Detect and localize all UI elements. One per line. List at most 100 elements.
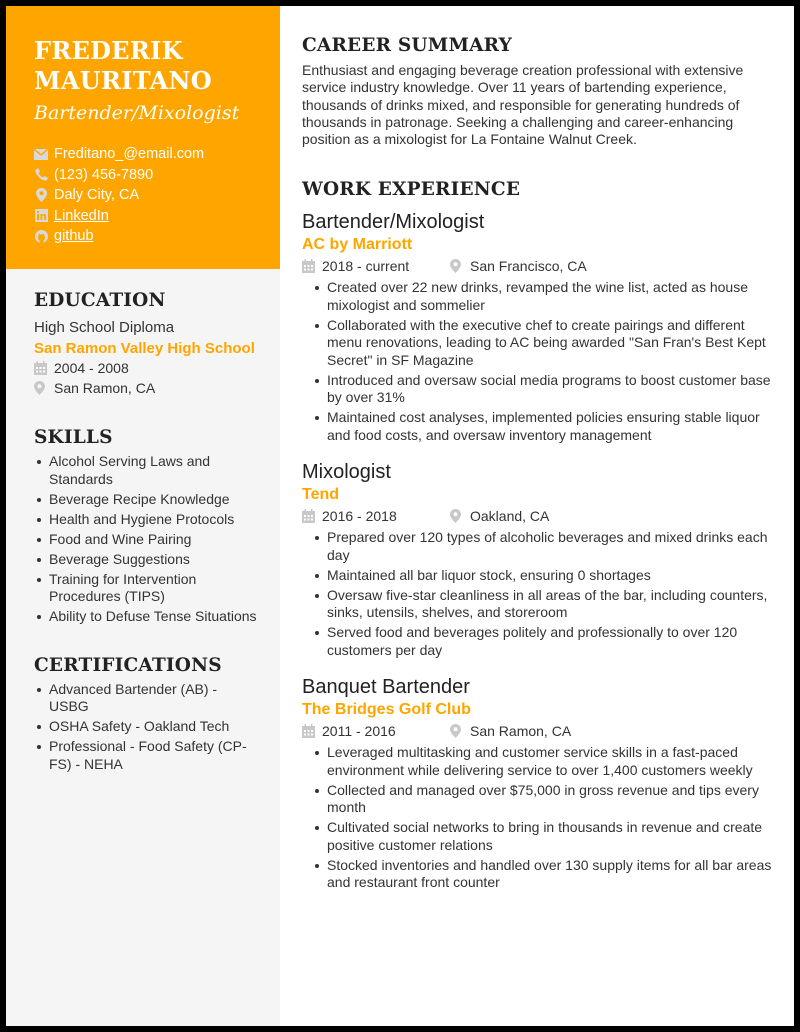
experience-section: WORK EXPERIENCE Bartender/Mixologist AC … (302, 178, 774, 892)
experience-heading: WORK EXPERIENCE (302, 179, 521, 201)
candidate-title: Bartender/Mixologist (34, 102, 240, 124)
location-pin-icon (450, 509, 464, 524)
job-location: San Ramon, CA (450, 721, 571, 741)
job-title: Mixologist (302, 461, 391, 484)
certification-item: Advanced Bartender (AB) - USBG (34, 681, 260, 716)
skills-list: Alcohol Serving Laws and Standards Bever… (34, 453, 260, 626)
job-bullet: Cultivated social networks to bring in t… (312, 819, 774, 854)
job-company: AC by Marriott (302, 236, 413, 254)
contact-email: Freditano_@email.com (34, 144, 260, 165)
candidate-name: FREDERIK MAURITANO (34, 36, 260, 96)
phone-icon (34, 168, 48, 182)
job-bullet: Prepared over 120 types of alcoholic bev… (312, 529, 774, 564)
skill-item: Food and Wine Pairing (34, 531, 260, 549)
skill-item: Training for Intervention Procedures (TI… (34, 571, 260, 606)
job-bullets: Created over 22 new drinks, revamped the… (302, 279, 774, 444)
job-entry: Banquet Bartender The Bridges Golf Club … (302, 675, 774, 892)
job-meta: 2016 - 2018 Oakland, CA (302, 506, 774, 526)
skill-item: Health and Hygiene Protocols (34, 511, 260, 529)
job-location-text: Oakland, CA (470, 508, 550, 525)
education-dates: 2004 - 2008 (34, 358, 260, 378)
job-dates-text: 2016 - 2018 (322, 508, 397, 525)
education-location-text: San Ramon, CA (54, 380, 156, 396)
certification-item: OSHA Safety - Oakland Tech (34, 718, 260, 736)
certifications-list: Advanced Bartender (AB) - USBG OSHA Safe… (34, 681, 260, 774)
education-location: San Ramon, CA (34, 378, 260, 398)
education-dates-text: 2004 - 2008 (54, 360, 129, 376)
job-location: Oakland, CA (450, 506, 549, 526)
calendar-icon (34, 361, 48, 375)
job-bullet: Collected and managed over $75,000 in gr… (312, 782, 774, 817)
location-pin-icon (450, 724, 464, 739)
skill-item: Beverage Recipe Knowledge (34, 491, 260, 509)
job-dates: 2016 - 2018 (302, 506, 450, 526)
job-title: Bartender/Mixologist (302, 211, 485, 234)
skills-heading: SKILLS (34, 427, 113, 448)
education-degree: High School Diploma (34, 319, 175, 336)
name-line-1: FREDERIK (34, 36, 183, 65)
job-dates-text: 2018 - current (322, 258, 410, 275)
job-location: San Francisco, CA (450, 256, 587, 276)
job-company: Tend (302, 486, 340, 504)
contact-linkedin[interactable]: LinkedIn (34, 206, 260, 227)
job-bullet: Collaborated with the executive chef to … (312, 317, 774, 370)
job-company: The Bridges Golf Club (302, 701, 471, 719)
location-pin-icon (450, 259, 464, 274)
skill-item: Ability to Defuse Tense Situations (34, 608, 260, 626)
github-link[interactable]: github (54, 226, 94, 247)
job-dates-text: 2011 - 2016 (322, 723, 396, 740)
skill-item: Alcohol Serving Laws and Standards (34, 453, 260, 488)
sidebar: FREDERIK MAURITANO Bartender/Mixologist … (6, 6, 280, 1026)
job-list: Bartender/Mixologist AC by Marriott 2018… (302, 210, 774, 892)
job-dates: 2018 - current (302, 256, 450, 276)
calendar-icon (302, 724, 316, 739)
job-location-text: San Ramon, CA (470, 723, 572, 740)
job-entry: Mixologist Tend 2016 - 2018 Oakland, CA … (302, 460, 774, 659)
contact-location: Daly City, CA (34, 185, 260, 206)
job-title: Banquet Bartender (302, 676, 470, 699)
job-bullet: Maintained cost analyses, implemented po… (312, 409, 774, 444)
job-bullet: Maintained all bar liquor stock, ensurin… (312, 567, 774, 585)
location-pin-icon (34, 188, 48, 203)
header-box: FREDERIK MAURITANO Bartender/Mixologist … (6, 6, 280, 269)
calendar-icon (302, 259, 316, 274)
job-bullets: Prepared over 120 types of alcoholic bev… (302, 529, 774, 659)
job-location-text: San Francisco, CA (470, 258, 587, 275)
contact-phone: (123) 456-7890 (34, 165, 260, 186)
summary-heading: CAREER SUMMARY (302, 35, 513, 56)
education-heading: EDUCATION (34, 290, 166, 311)
location-pin-icon (34, 381, 48, 395)
certifications-heading: CERTIFICATIONS (34, 654, 222, 676)
certification-item: Professional - Food Safety (CP-FS) - NEH… (34, 738, 260, 773)
job-bullet: Served food and beverages politely and p… (312, 624, 774, 659)
skills-section: SKILLS Alcohol Serving Laws and Standard… (34, 426, 260, 626)
contact-github[interactable]: github (34, 226, 260, 247)
resume-page: FREDERIK MAURITANO Bartender/Mixologist … (6, 6, 794, 1026)
job-bullet: Introduced and oversaw social media prog… (312, 372, 774, 407)
calendar-icon (302, 509, 316, 524)
job-entry: Bartender/Mixologist AC by Marriott 2018… (302, 210, 774, 444)
phone-text: (123) 456-7890 (54, 166, 154, 183)
job-meta: 2018 - current San Francisco, CA (302, 256, 774, 276)
github-icon (34, 229, 48, 243)
job-bullet: Stocked inventories and handled over 130… (312, 857, 774, 892)
summary-section: CAREER SUMMARY Enthusiast and engaging b… (302, 34, 774, 148)
linkedin-icon (34, 209, 48, 223)
name-line-2: MAURITANO (34, 66, 213, 95)
job-bullet: Oversaw five-star cleanliness in all are… (312, 587, 774, 622)
certifications-section: CERTIFICATIONS Advanced Bartender (AB) -… (34, 654, 260, 774)
contact-list: Freditano_@email.com (123) 456-7890 Daly… (34, 144, 260, 247)
skill-item: Beverage Suggestions (34, 551, 260, 569)
envelope-icon (34, 147, 48, 161)
sidebar-body: EDUCATION High School Diploma San Ramon … (6, 269, 280, 773)
education-section: EDUCATION High School Diploma San Ramon … (34, 289, 260, 398)
linkedin-link[interactable]: LinkedIn (54, 206, 109, 227)
summary-text: Enthusiast and engaging beverage creatio… (302, 62, 744, 148)
job-bullets: Leveraged multitasking and customer serv… (302, 744, 774, 892)
job-bullet: Leveraged multitasking and customer serv… (312, 744, 774, 779)
job-dates: 2011 - 2016 (302, 721, 450, 741)
job-meta: 2011 - 2016 San Ramon, CA (302, 721, 774, 741)
email-text: Freditano_@email.com (54, 146, 205, 162)
main-column: CAREER SUMMARY Enthusiast and engaging b… (280, 6, 794, 1026)
education-school: San Ramon Valley High School (34, 340, 255, 357)
